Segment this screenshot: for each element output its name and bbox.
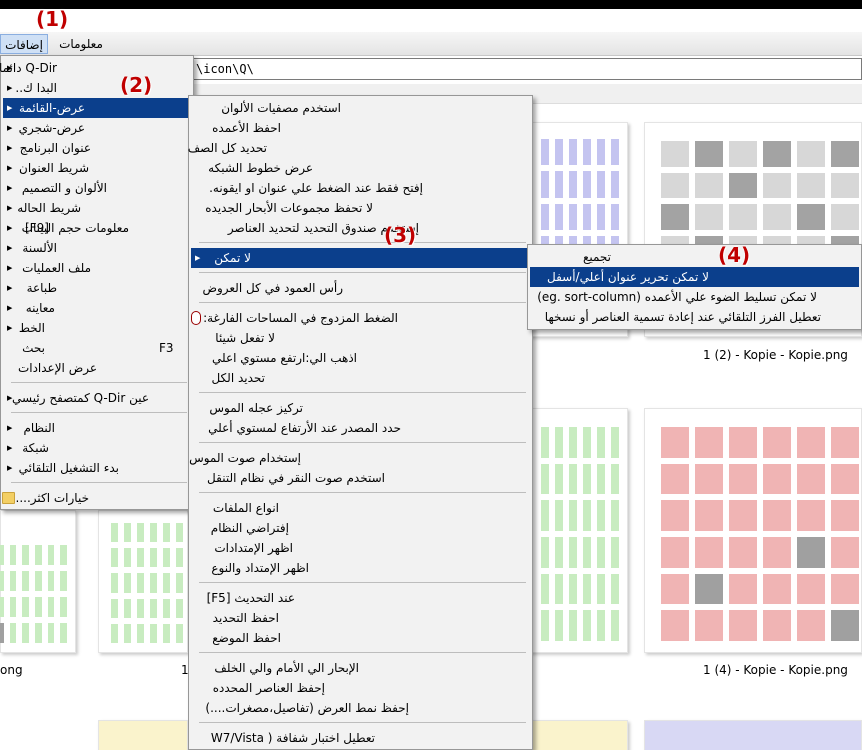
- submenu-item-disable-autosort[interactable]: تعطيل الفرز التلقائي عند إعادة تسمية الع…: [530, 307, 859, 327]
- submenu-item[interactable]: اظهر الإمتداد والنوع: [191, 558, 530, 578]
- disable-submenu: تجميع لا تمكن تحرير عنوان أعلي/أسفل لا ت…: [527, 244, 862, 330]
- submenu-item[interactable]: استخدم مصفيات الألوان: [191, 98, 530, 118]
- submenu-item[interactable]: إحفظ العناصر المحدده: [191, 678, 530, 698]
- menu-separator: [199, 242, 526, 243]
- annotation-marker: (2): [120, 73, 153, 97]
- menu-item-file-operations[interactable]: ملف العمليات ▶: [3, 258, 191, 278]
- title-bar-strip: [0, 0, 862, 9]
- thumbnail-9[interactable]: [98, 720, 188, 750]
- extras-menu: Q-Dir دائما...▶ البدا ك..▶ عرض-القائمة▶ …: [0, 55, 194, 510]
- submenu-item[interactable]: إحفظ نمط العرض (تفاصيل،مصغرات....): [191, 698, 530, 718]
- menu-separator: [199, 652, 526, 653]
- submenu-item-grouping[interactable]: تجميع: [530, 247, 859, 267]
- menu-item-network[interactable]: شبكة ▶: [3, 438, 191, 458]
- menu-separator: [199, 302, 526, 303]
- menu-item-preview[interactable]: معاينه ▶: [3, 298, 191, 318]
- file-caption[interactable]: 1 (2) - Kopie - Kopie.png: [703, 348, 848, 362]
- menu-item-print[interactable]: طباعة ▶: [3, 278, 191, 298]
- menu-item-start-as[interactable]: البدا ك.. ▶: [3, 78, 191, 98]
- folder-icon: [2, 492, 15, 504]
- submenu-item[interactable]: الضغط المزدوج في المساحات الفارغة:: [191, 308, 530, 328]
- menu-separator: [199, 442, 526, 443]
- annotation-marker: (1): [36, 7, 69, 31]
- thumbnail-8[interactable]: [644, 720, 862, 750]
- address-bar[interactable]: \icon\Q\: [183, 58, 862, 80]
- submenu-item[interactable]: تحديد كل الصف: [188, 138, 530, 158]
- submenu-item[interactable]: انواع الملفات: [191, 498, 530, 518]
- submenu-item-disable[interactable]: لا تمكن ▶: [191, 248, 530, 268]
- menu-bar: إضافات معلومات: [0, 32, 862, 56]
- submenu-item[interactable]: اظهر الإمتدادات: [191, 538, 530, 558]
- submenu-item[interactable]: عند التحديث [F5]: [191, 588, 530, 608]
- menu-item-qdir-always[interactable]: Q-Dir دائما...▶: [0, 58, 191, 78]
- menu-separator: [11, 412, 187, 413]
- menu-item-colors-design[interactable]: الألوان و التصميم ▶: [3, 178, 191, 198]
- submenu-item[interactable]: إستخدم صندوق التحديد لتحديد العناصر: [191, 218, 530, 238]
- menu-separator: [199, 272, 526, 273]
- menu-separator: [199, 582, 526, 583]
- submenu-item[interactable]: إفتراضي النظام: [191, 518, 530, 538]
- submenu-item[interactable]: احفظ الأعمده: [191, 118, 530, 138]
- menu-item-default-browser[interactable]: عين Q-Dir كمتصفح رئيسي ▶: [3, 388, 191, 408]
- menu-item-font[interactable]: الخط ▶: [3, 318, 191, 338]
- menu-item-status-bar[interactable]: شريط الحاله ▶: [3, 198, 191, 218]
- menu-item-address-bar[interactable]: شريط العنوان ▶: [3, 158, 191, 178]
- file-caption[interactable]: 1 (4) - Kopie - Kopie.png: [703, 663, 848, 677]
- submenu-item[interactable]: حدد المصدر عند الأرتفاع لمستوي أعلي: [191, 418, 530, 438]
- thumbnail-6[interactable]: [98, 510, 188, 653]
- submenu-item[interactable]: تركيز عجله الموس: [191, 398, 530, 418]
- thumbnail-3[interactable]: [528, 408, 628, 653]
- menu-item-search[interactable]: بحث F3: [3, 338, 191, 358]
- submenu-item[interactable]: إستخدام صوت الموس: [189, 448, 530, 468]
- menu-item-list-view[interactable]: عرض-القائمة ▶: [3, 98, 191, 118]
- submenu-item[interactable]: اذهب الي:ارتفع مستوي اعلي: [191, 348, 530, 368]
- submenu-item[interactable]: لا تحفظ مجموعات الأبحار الجديده: [191, 198, 530, 218]
- submenu-item[interactable]: تحديد الكل: [191, 368, 530, 388]
- submenu-item[interactable]: احفظ التحديد: [191, 608, 530, 628]
- menu-item-more-options[interactable]: خيارات اكثر....: [2, 488, 191, 508]
- thumbnail-5[interactable]: [0, 510, 76, 653]
- submenu-item[interactable]: إفتح فقط عند الضغط علي عنوان او ايقونه.: [191, 178, 530, 198]
- submenu-item[interactable]: رأس العمود في كل العروض: [191, 278, 530, 298]
- menu-item-program-title[interactable]: عنوان البرنامج ▶: [3, 138, 191, 158]
- menu-item-tabs[interactable]: الألسنة ▶: [3, 238, 191, 258]
- list-view-submenu: استخدم مصفيات الألوان احفظ الأعمده تحديد…: [188, 95, 533, 750]
- menu-item-view-settings[interactable]: عرض الإعدادات: [3, 358, 191, 378]
- mouse-icon: [191, 311, 201, 325]
- submenu-item[interactable]: احفظ الموضع: [191, 628, 530, 648]
- submenu-item[interactable]: تعطيل اختبار شفافة ( W7/Vista: [191, 728, 530, 748]
- thumbnail-7[interactable]: [528, 720, 628, 750]
- submenu-item[interactable]: الإبحار الي الأمام والي الخلف: [191, 658, 530, 678]
- menu-extras[interactable]: إضافات: [0, 34, 48, 54]
- submenu-item[interactable]: استخدم صوت النقر في نظام التنقل: [191, 468, 530, 488]
- menu-separator: [199, 722, 526, 723]
- menu-separator: [11, 482, 187, 483]
- submenu-item[interactable]: لا تفعل شيئا: [191, 328, 530, 348]
- annotation-marker: (4): [718, 243, 751, 267]
- menu-item-system[interactable]: النظام ▶: [3, 418, 191, 438]
- menu-item-data-size-info[interactable]: معلومات حجم البينات [F9] ▶: [3, 218, 191, 238]
- submenu-item-disable-header-edit[interactable]: لا تمكن تحرير عنوان أعلي/أسفل: [530, 267, 859, 287]
- menu-separator: [11, 382, 187, 383]
- submenu-item[interactable]: عرض خطوط الشبكه: [191, 158, 530, 178]
- thumbnail-4[interactable]: [644, 408, 862, 653]
- menu-separator: [199, 392, 526, 393]
- menu-item-tree-view[interactable]: عرض-شجري ▶: [3, 118, 191, 138]
- file-caption[interactable]: ong: [0, 663, 23, 677]
- submenu-item-disable-column-highlight[interactable]: لا تمكن تسليط الضوء علي الأعمده (eg. sor…: [530, 287, 859, 307]
- annotation-marker: (3): [384, 223, 417, 247]
- menu-info[interactable]: معلومات: [54, 34, 108, 54]
- menu-item-autostart[interactable]: بدء التشغيل التلقائي ▶: [3, 458, 191, 478]
- menu-separator: [199, 492, 526, 493]
